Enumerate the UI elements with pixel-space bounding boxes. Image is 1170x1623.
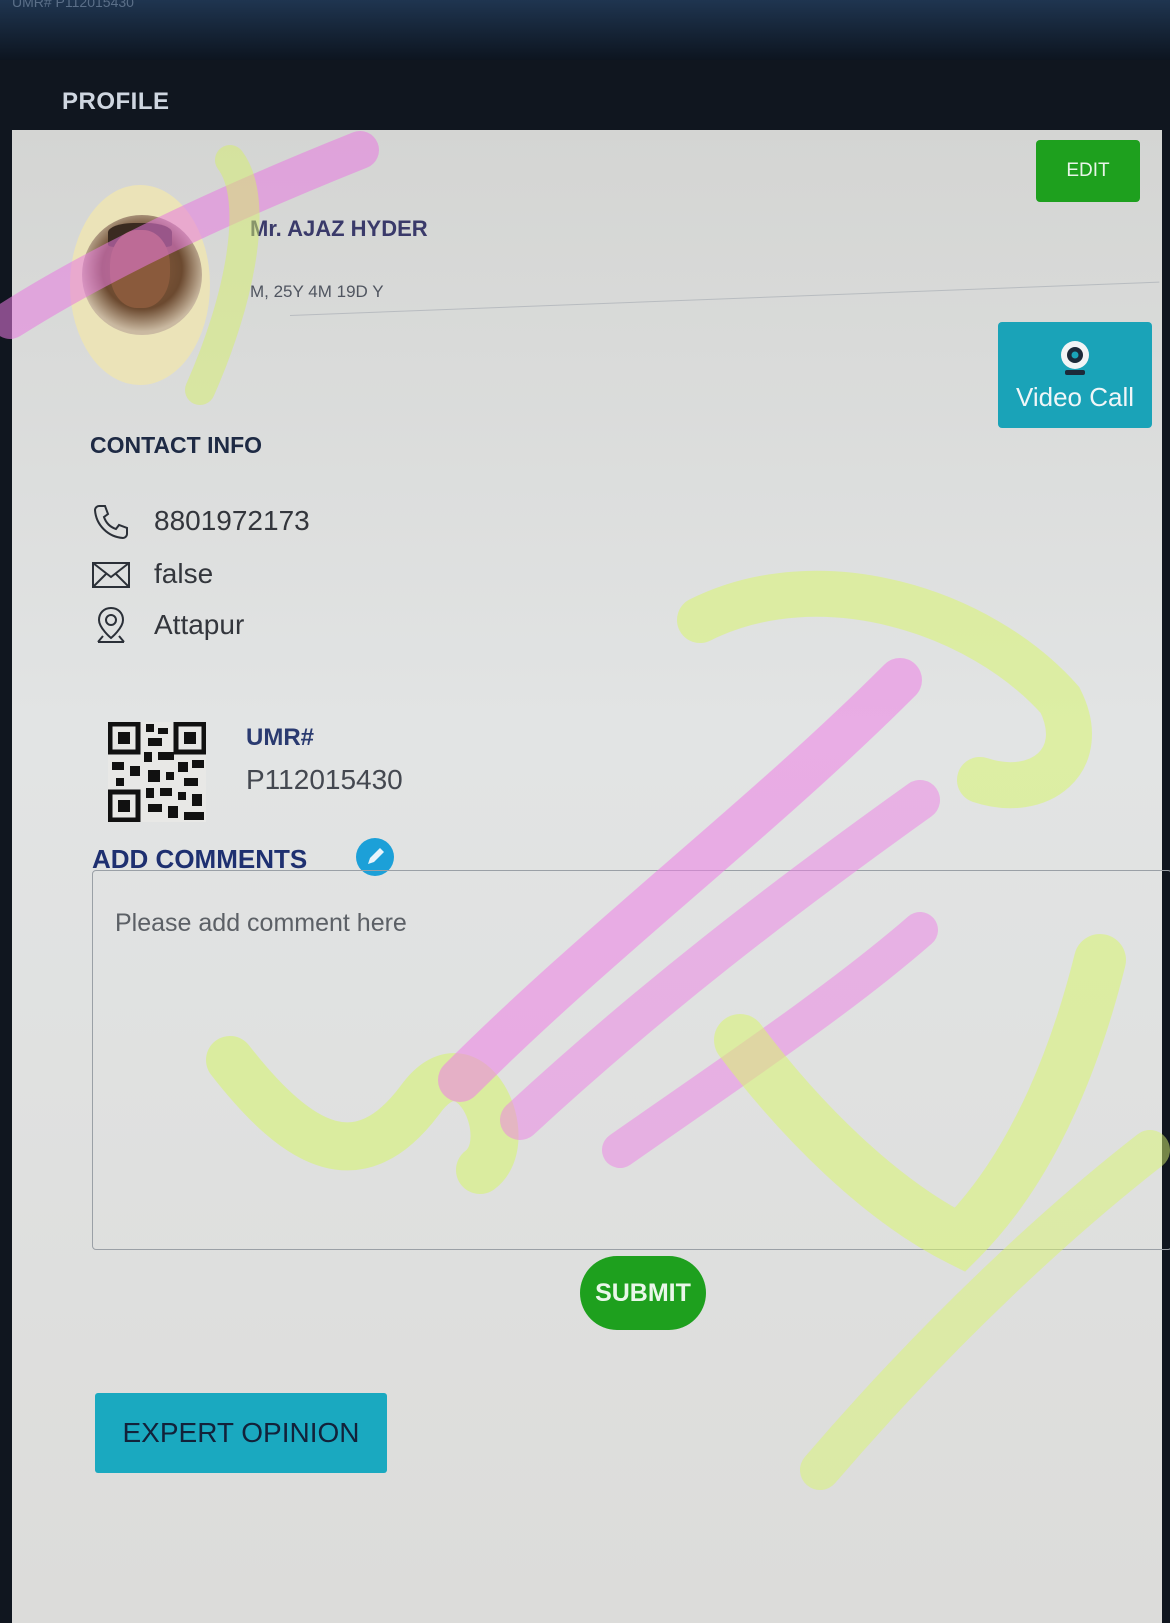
- page-title: PROFILE: [62, 88, 170, 115]
- phone-number: 8801972173: [154, 505, 310, 536]
- comment-textarea[interactable]: [92, 870, 1170, 1250]
- phone-icon: [93, 505, 128, 540]
- mail-icon: [92, 562, 130, 588]
- submit-button[interactable]: SUBMIT: [580, 1256, 706, 1330]
- contact-email-row: false: [90, 553, 213, 595]
- location-pin-icon: [97, 606, 125, 643]
- top-strip: UMR# P112015430: [0, 0, 1170, 60]
- patient-details: M, 25Y 4M 19D Y: [250, 282, 384, 301]
- video-call-label: Video Call: [1015, 381, 1135, 412]
- contact-phone-row: 8801972173: [90, 500, 310, 542]
- qr-code-icon: [108, 722, 206, 822]
- video-call-button[interactable]: Video Call: [998, 322, 1152, 428]
- contact-location-row: Attapur: [90, 604, 244, 646]
- avatar: [82, 215, 202, 335]
- umr-value: P112015430: [246, 764, 403, 795]
- patient-name: Mr. AJAZ HYDER: [250, 216, 428, 241]
- expert-opinion-button[interactable]: EXPERT OPINION: [95, 1393, 387, 1473]
- avatar-face: [110, 230, 170, 308]
- webcam-icon: [1061, 340, 1089, 375]
- location-value: Attapur: [154, 609, 245, 640]
- contact-info-title: CONTACT INFO: [90, 432, 263, 458]
- edit-button[interactable]: EDIT: [1036, 140, 1140, 202]
- umr-label: UMR#: [246, 724, 315, 751]
- top-strip-text: UMR# P112015430: [12, 0, 134, 10]
- email-value: false: [154, 558, 214, 589]
